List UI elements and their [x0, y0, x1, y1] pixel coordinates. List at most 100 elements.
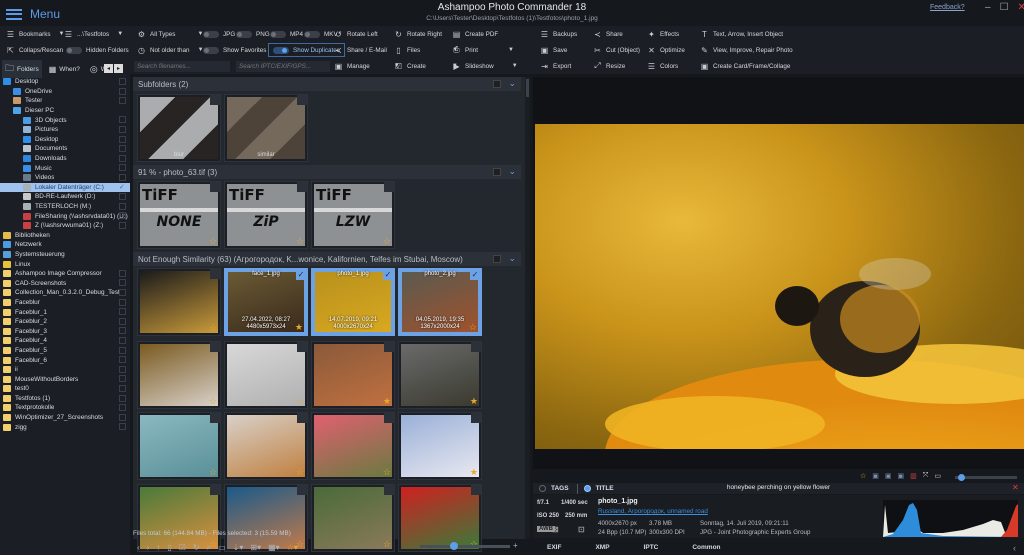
tree-item[interactable]: Faceblur_2: [0, 317, 130, 327]
tree-checkbox[interactable]: [119, 173, 126, 181]
thumbnail[interactable]: ☆: [137, 412, 221, 480]
search-filenames-input[interactable]: [134, 61, 230, 72]
section-header[interactable]: Subfolders (2) ⌄: [133, 77, 521, 91]
tab-when[interactable]: ▦ When?: [46, 64, 83, 75]
favorite-star-icon[interactable]: ☆: [296, 396, 304, 407]
section-checkbox[interactable]: [493, 168, 501, 176]
select-checkbox[interactable]: [210, 182, 220, 192]
compare-3-icon[interactable]: ▣: [898, 472, 905, 480]
tree-item[interactable]: Bibliotheken: [0, 231, 130, 241]
tab-iptc[interactable]: IPTC: [644, 544, 659, 551]
select-checkbox[interactable]: [210, 269, 220, 279]
subfolder-thumbnail[interactable]: blur: [137, 94, 221, 162]
up-icon[interactable]: ↑: [156, 543, 160, 552]
back-icon[interactable]: ‹: [137, 543, 140, 552]
mkv-toggle[interactable]: MKV: [304, 28, 338, 40]
scroll-left-button[interactable]: ◂: [104, 64, 113, 73]
tree-checkbox[interactable]: [119, 365, 126, 373]
tree-item[interactable]: test0: [0, 384, 130, 394]
favorite-star-icon[interactable]: ☆: [860, 472, 866, 480]
text-arrow-button[interactable]: T Text, Arrow, Insert Object: [700, 28, 783, 40]
tree-item[interactable]: zigg: [0, 422, 130, 432]
backups-button[interactable]: ☰ Backups: [540, 28, 577, 40]
toggle-switch[interactable]: [270, 30, 286, 38]
rotate-right-button[interactable]: ↻ Rotate Right: [394, 28, 442, 40]
tree-checkbox[interactable]: [119, 327, 126, 335]
favorite-star-icon[interactable]: ☆: [209, 467, 217, 478]
tree-checkbox[interactable]: [119, 221, 126, 229]
tree-item[interactable]: FileSharing (\\ashsrvdata01) (U:): [0, 211, 130, 221]
tree-checkbox[interactable]: [119, 145, 126, 153]
grid-view-icon[interactable]: ⊞▾: [250, 543, 261, 552]
tab-exif[interactable]: EXIF: [547, 544, 561, 551]
thumbnail[interactable]: ☆: [224, 341, 308, 409]
tree-item[interactable]: Dieser PC: [0, 106, 130, 116]
tree-item[interactable]: Desktop: [0, 135, 130, 145]
thumbnail[interactable]: ✓ photo_1.jpg 14.07.2019, 09:21 4000x2670x2…: [311, 268, 395, 336]
tree-checkbox[interactable]: [119, 78, 126, 85]
resize-button[interactable]: ⤢ Resize: [593, 60, 625, 72]
effects-button[interactable]: ✦ Effects: [647, 28, 679, 40]
not-older-than-dropdown[interactable]: ◷ Not older than ▼: [137, 44, 204, 56]
select-checkbox[interactable]: [210, 413, 220, 423]
select-icon[interactable]: ☑: [179, 543, 186, 552]
hidden-folders-toggle[interactable]: Hidden Folders: [66, 44, 129, 56]
tree-checkbox[interactable]: [119, 135, 126, 143]
toggle-switch[interactable]: [236, 30, 252, 38]
select-checkbox[interactable]: [471, 342, 481, 352]
thumbnail[interactable]: TiFF NONE ☆: [137, 181, 221, 249]
tree-item[interactable]: Lokaler Datenträger (C:) ✓: [0, 182, 130, 193]
preview-image[interactable]: [535, 124, 1024, 449]
thumbnail[interactable]: ★: [311, 341, 395, 409]
minimize-button[interactable]: –: [985, 2, 991, 13]
thumbnail[interactable]: ★: [398, 412, 482, 480]
tree-checkbox[interactable]: [119, 164, 126, 172]
preview-zoom-slider[interactable]: [955, 474, 1017, 481]
thumbnail[interactable]: ☆: [311, 412, 395, 480]
scroll-thumb[interactable]: [526, 79, 529, 97]
tree-item[interactable]: Pictures: [0, 125, 130, 135]
filmstrip-icon[interactable]: ▥: [910, 472, 917, 480]
favorite-star-icon[interactable]: ☆: [209, 323, 217, 334]
tree-item[interactable]: Faceblur_5: [0, 346, 130, 356]
create-pdf-button[interactable]: ▤ Create PDF: [452, 28, 499, 40]
favorite-star-icon[interactable]: ☆: [209, 396, 217, 407]
favorite-star-icon[interactable]: ★: [295, 322, 303, 333]
section-checkbox[interactable]: [493, 80, 501, 88]
favorite-star-icon[interactable]: ★: [470, 467, 478, 478]
select-checkbox[interactable]: [384, 413, 394, 423]
refresh-icon[interactable]: ↻: [193, 543, 200, 552]
tree-item[interactable]: Faceblur_1: [0, 307, 130, 317]
tree-checkbox[interactable]: ✓: [119, 184, 126, 191]
search-icon[interactable]: ⌕: [207, 543, 211, 553]
export-button[interactable]: ⇥ Export: [540, 60, 571, 72]
tree-checkbox[interactable]: [119, 87, 126, 95]
maximize-button[interactable]: ☐: [1000, 2, 1009, 13]
favorite-filter-icon[interactable]: ☆▾: [287, 543, 298, 552]
compare-2-icon[interactable]: ▣: [885, 472, 892, 480]
monitor-icon[interactable]: ▭: [934, 472, 941, 480]
tree-item[interactable]: Collection_Man_0.3.2.0_Debug_Test: [0, 288, 130, 298]
fullscreen-icon[interactable]: ⤧: [923, 472, 929, 480]
tree-item[interactable]: Systemsteuerung: [0, 250, 130, 260]
section-header[interactable]: Not Enough Similarity (63) (Агрогородок,…: [133, 252, 521, 266]
optimize-button[interactable]: ✕ Optimize: [647, 44, 685, 56]
tree-checkbox[interactable]: [119, 375, 126, 383]
toggle-switch[interactable]: [203, 30, 219, 38]
create-dropdown[interactable]: ☑ Create ▼: [394, 60, 458, 72]
tree-item[interactable]: Downloads: [0, 154, 130, 164]
tree-checkbox[interactable]: [119, 202, 126, 210]
tree-item[interactable]: Linux: [0, 259, 130, 269]
tree-item[interactable]: BD-RE-Laufwerk (D:): [0, 192, 130, 202]
scroll-right-button[interactable]: ▸: [114, 64, 123, 73]
favorite-star-icon[interactable]: ☆: [209, 236, 217, 247]
select-checkbox[interactable]: [384, 182, 394, 192]
favorite-star-icon[interactable]: ★: [470, 396, 478, 407]
tree-checkbox[interactable]: [119, 423, 126, 431]
favorite-star-icon[interactable]: ☆: [296, 236, 304, 247]
favorite-star-icon[interactable]: ☆: [296, 467, 304, 478]
tree-checkbox[interactable]: [119, 404, 126, 412]
tree-item[interactable]: 3D Objects: [0, 115, 130, 125]
select-checkbox[interactable]: [297, 485, 307, 495]
select-checkbox[interactable]: [297, 342, 307, 352]
